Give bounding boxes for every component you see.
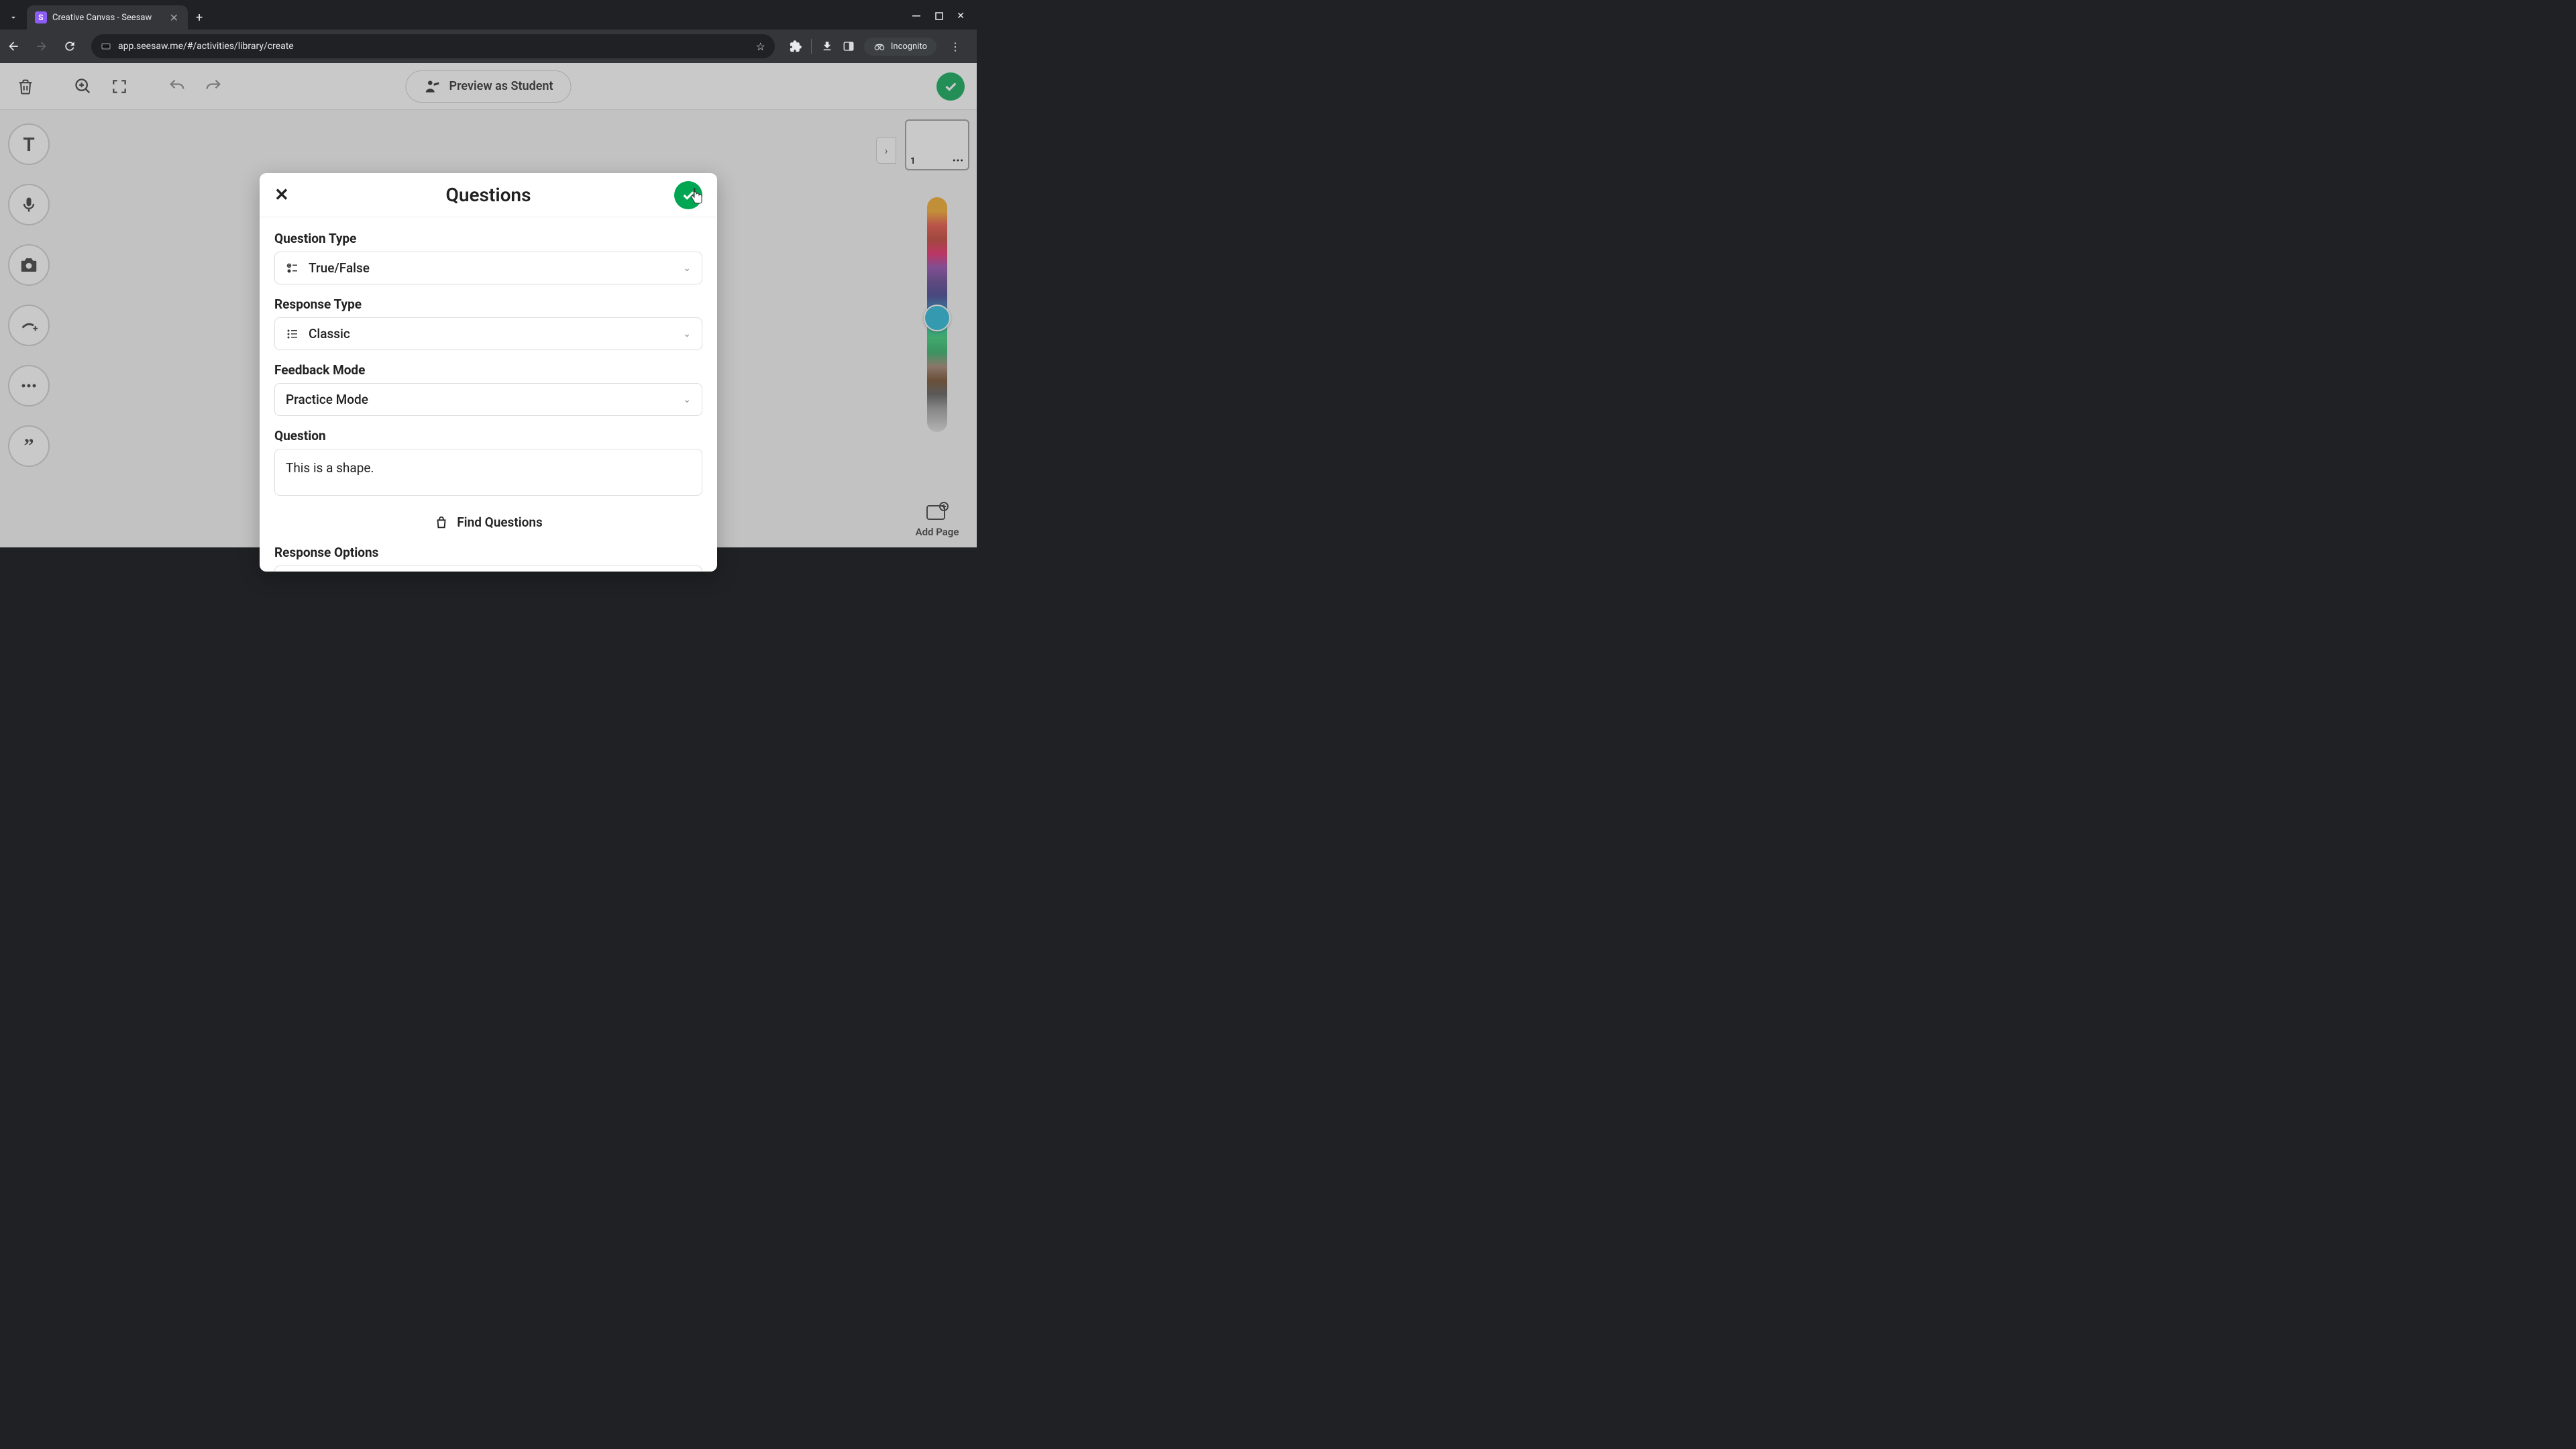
modal-body[interactable]: Question Type True/False ⌄ Response Type… <box>260 217 717 572</box>
reload-button[interactable] <box>63 40 82 53</box>
response-type-label: Response Type <box>274 297 702 312</box>
maximize-button[interactable] <box>935 12 943 20</box>
list-icon <box>286 327 299 341</box>
minimize-button[interactable] <box>912 11 922 21</box>
forward-button[interactable] <box>35 40 54 53</box>
modal-close-button[interactable]: ✕ <box>274 185 289 205</box>
incognito-label: Incognito <box>891 42 927 52</box>
find-questions-button[interactable]: Find Questions <box>274 508 702 542</box>
check-icon <box>681 188 696 203</box>
new-tab-button[interactable]: + <box>188 5 211 30</box>
question-label: Question <box>274 428 702 443</box>
extensions-icon[interactable] <box>790 40 802 52</box>
find-questions-label: Find Questions <box>457 515 543 530</box>
response-option-true[interactable]: True <box>274 566 702 572</box>
incognito-badge[interactable]: Incognito <box>864 38 936 56</box>
shopping-bag-icon <box>434 515 449 530</box>
window-close-button[interactable]: ✕ <box>957 11 965 21</box>
modal-title: Questions <box>446 184 531 206</box>
browser-tab-active[interactable]: S Creative Canvas - Seesaw ✕ <box>27 5 188 30</box>
chevron-down-icon: ⌄ <box>683 394 691 405</box>
feedback-mode-select[interactable]: Practice Mode ⌄ <box>274 383 702 416</box>
browser-tab-strip: S Creative Canvas - Seesaw ✕ + ✕ <box>0 0 977 30</box>
response-type-value: Classic <box>309 326 674 341</box>
incognito-icon <box>873 42 885 51</box>
questions-modal: ✕ Questions Question Type True/False ⌄ R… <box>260 173 717 572</box>
modal-confirm-button[interactable] <box>674 181 702 209</box>
chevron-down-icon: ⌄ <box>683 263 691 274</box>
modal-header: ✕ Questions <box>260 173 717 217</box>
window-controls: ✕ <box>912 3 977 30</box>
app-area: Preview as Student T + ” › 1 <box>0 63 977 547</box>
feedback-mode-value: Practice Mode <box>286 392 674 407</box>
bookmark-star-icon[interactable]: ☆ <box>756 40 765 53</box>
response-type-select[interactable]: Classic ⌄ <box>274 317 702 350</box>
site-settings-icon[interactable] <box>101 41 111 52</box>
question-type-label: Question Type <box>274 231 702 246</box>
response-options-label: Response Options <box>274 545 702 560</box>
browser-toolbar: app.seesaw.me/#/activities/library/creat… <box>0 30 977 63</box>
feedback-mode-label: Feedback Mode <box>274 362 702 378</box>
question-type-select[interactable]: True/False ⌄ <box>274 252 702 284</box>
tab-favicon: S <box>35 11 47 23</box>
tab-close-icon[interactable]: ✕ <box>168 10 180 25</box>
tab-title: Creative Canvas - Seesaw <box>52 13 163 23</box>
downloads-icon[interactable] <box>821 40 833 52</box>
true-false-icon <box>286 262 299 275</box>
side-panel-icon[interactable] <box>843 40 855 52</box>
address-bar[interactable]: app.seesaw.me/#/activities/library/creat… <box>91 34 775 58</box>
question-type-value: True/False <box>309 260 674 276</box>
question-text: This is a shape. <box>286 460 374 476</box>
chevron-down-icon: ⌄ <box>683 329 691 339</box>
browser-menu-icon[interactable]: ⋮ <box>946 40 965 53</box>
url-text: app.seesaw.me/#/activities/library/creat… <box>118 41 749 52</box>
question-text-input[interactable]: This is a shape. <box>274 449 702 496</box>
back-button[interactable] <box>7 40 25 53</box>
tab-search-dropdown[interactable] <box>0 5 27 30</box>
